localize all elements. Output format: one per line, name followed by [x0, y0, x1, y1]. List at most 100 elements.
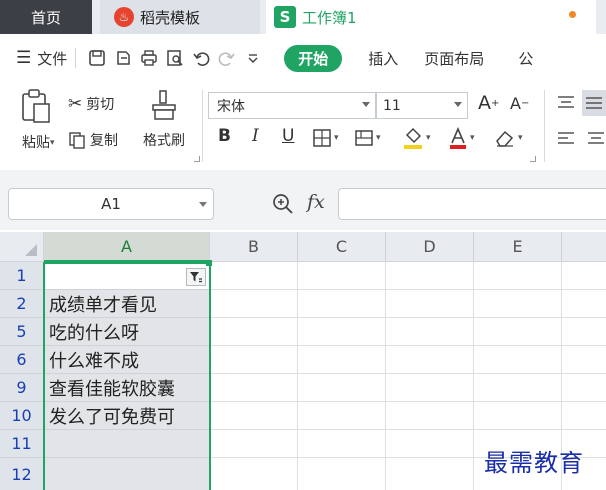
- shrink-font-button[interactable]: A −: [510, 94, 529, 113]
- fill-handle[interactable]: [206, 260, 212, 266]
- row-header[interactable]: 2: [0, 290, 44, 318]
- tab-template[interactable]: ♨ 稻壳模板: [100, 0, 260, 34]
- select-all-button[interactable]: [0, 232, 44, 262]
- tab-start[interactable]: 开始: [284, 44, 343, 72]
- merge-cells-icon: [355, 130, 373, 146]
- filter-dropdown-button[interactable]: [186, 268, 206, 286]
- align-middle-icon: [586, 97, 602, 109]
- spreadsheet-window: 首页 ♨ 稻壳模板 S 工作簿1 ☰ 文件 开始 插入 页面布局 公 粘贴 ▾ …: [0, 0, 606, 490]
- chevron-down-icon: ▾: [334, 133, 339, 143]
- column-header-c[interactable]: C: [298, 232, 386, 262]
- cell-a5[interactable]: 吃的什么呀: [44, 318, 210, 346]
- row-header[interactable]: 9: [0, 374, 44, 402]
- clear-format-button[interactable]: ▾: [494, 128, 523, 148]
- fill-bucket-icon: [404, 127, 422, 149]
- row-header[interactable]: 6: [0, 346, 44, 374]
- tab-more[interactable]: 公: [518, 48, 533, 69]
- chevron-down-icon: ▾: [376, 133, 381, 143]
- row-header[interactable]: 11: [0, 430, 44, 458]
- column-header-a[interactable]: A: [44, 232, 210, 262]
- row-header[interactable]: 5: [0, 318, 44, 346]
- grid-line: [473, 262, 474, 490]
- paste-button[interactable]: 粘贴: [12, 88, 60, 164]
- ribbon-divider: [544, 90, 545, 162]
- column-header-d[interactable]: D: [386, 232, 474, 262]
- align-top-button[interactable]: [556, 94, 576, 112]
- cell-a11[interactable]: [44, 430, 210, 458]
- menu-bar: ☰ 文件 开始 插入 页面布局 公: [0, 38, 606, 78]
- toolbar-spacer: [0, 170, 606, 182]
- tab-bar: 首页 ♨ 稻壳模板 S 工作簿1: [0, 0, 606, 34]
- column-header-e[interactable]: E: [474, 232, 562, 262]
- font-size-select[interactable]: 11: [376, 92, 468, 119]
- cell-a12[interactable]: [44, 458, 210, 490]
- cell-a6[interactable]: 什么难不成: [44, 346, 210, 374]
- font-launcher-icon[interactable]: [530, 156, 536, 162]
- cell-a2[interactable]: 成绩单才看见: [44, 290, 210, 318]
- paste-label: 粘贴: [22, 135, 50, 151]
- chevron-down-icon: ▾: [426, 133, 431, 143]
- print-icon[interactable]: [136, 45, 162, 71]
- format-painter-label: 格式刷: [143, 133, 185, 149]
- select-all-icon: [25, 244, 37, 256]
- format-painter-button[interactable]: 格式刷: [138, 88, 190, 164]
- spreadsheet-icon: S: [274, 6, 296, 28]
- row-header[interactable]: 1: [0, 262, 44, 290]
- italic-button[interactable]: I: [252, 126, 259, 146]
- cut-label: 剪切: [86, 97, 115, 113]
- shrink-font-icon: A: [510, 94, 521, 113]
- border-icon: [313, 129, 331, 147]
- cell-a9[interactable]: 查看佳能软胶囊: [44, 374, 210, 402]
- row-header[interactable]: 10: [0, 402, 44, 430]
- name-box-value: A1: [101, 195, 121, 213]
- name-box[interactable]: A1: [8, 188, 214, 220]
- tab-home[interactable]: 首页: [0, 0, 92, 34]
- formula-input[interactable]: [338, 188, 606, 220]
- align-center-button[interactable]: [586, 130, 606, 148]
- underline-button[interactable]: U: [282, 126, 294, 146]
- tab-home-label: 首页: [30, 8, 61, 27]
- brush-icon: [152, 90, 176, 120]
- font-color-button[interactable]: ▾: [448, 126, 475, 150]
- eraser-icon: [496, 130, 514, 147]
- zoom-search-icon[interactable]: [272, 193, 294, 220]
- tab-page-layout[interactable]: 页面布局: [424, 48, 484, 69]
- tab-workbook-label: 工作簿1: [302, 8, 357, 27]
- row-header[interactable]: 12: [0, 458, 44, 490]
- align-left-button[interactable]: [556, 130, 576, 148]
- print-preview-icon[interactable]: [162, 45, 188, 71]
- insert-function-button[interactable]: fx: [307, 191, 325, 213]
- clipboard-launcher-icon[interactable]: [194, 156, 200, 162]
- grid-line: [210, 317, 606, 318]
- align-top-icon: [558, 96, 574, 108]
- grid-line: [297, 262, 298, 490]
- chevron-down-icon: [454, 102, 462, 107]
- cell-a10[interactable]: 发么了可免费可: [44, 402, 210, 430]
- redo-icon[interactable]: [214, 45, 240, 71]
- fill-color-button[interactable]: ▾: [402, 126, 431, 150]
- customize-quick-access-icon[interactable]: [240, 45, 266, 71]
- file-menu-button[interactable]: ☰ 文件: [16, 48, 67, 69]
- undo-icon[interactable]: [188, 45, 214, 71]
- border-button[interactable]: ▾: [312, 128, 339, 148]
- align-middle-button[interactable]: [582, 90, 606, 116]
- chevron-down-icon: ▾: [518, 133, 523, 143]
- save-icon[interactable]: [84, 45, 110, 71]
- merge-cells-button[interactable]: ▾: [354, 128, 381, 148]
- tab-workbook[interactable]: S 工作簿1: [266, 0, 596, 34]
- tab-insert[interactable]: 插入: [368, 48, 398, 69]
- align-center-icon: [588, 132, 604, 144]
- bold-button[interactable]: B: [218, 126, 231, 146]
- cut-button[interactable]: ✂ 剪切: [68, 94, 114, 114]
- formula-bar: A1 fx: [0, 182, 606, 230]
- font-size-value: 11: [383, 97, 401, 114]
- column-header-f[interactable]: [562, 232, 606, 262]
- paste-dropdown-icon[interactable]: ▾: [50, 138, 55, 148]
- copy-button[interactable]: 复制: [68, 130, 118, 150]
- grow-font-button[interactable]: A +: [478, 92, 499, 114]
- column-header-b[interactable]: B: [210, 232, 298, 262]
- grow-font-icon: A: [478, 92, 491, 114]
- font-name-select[interactable]: 宋体: [208, 92, 376, 119]
- hamburger-icon: ☰: [16, 48, 32, 68]
- export-icon[interactable]: [110, 45, 136, 71]
